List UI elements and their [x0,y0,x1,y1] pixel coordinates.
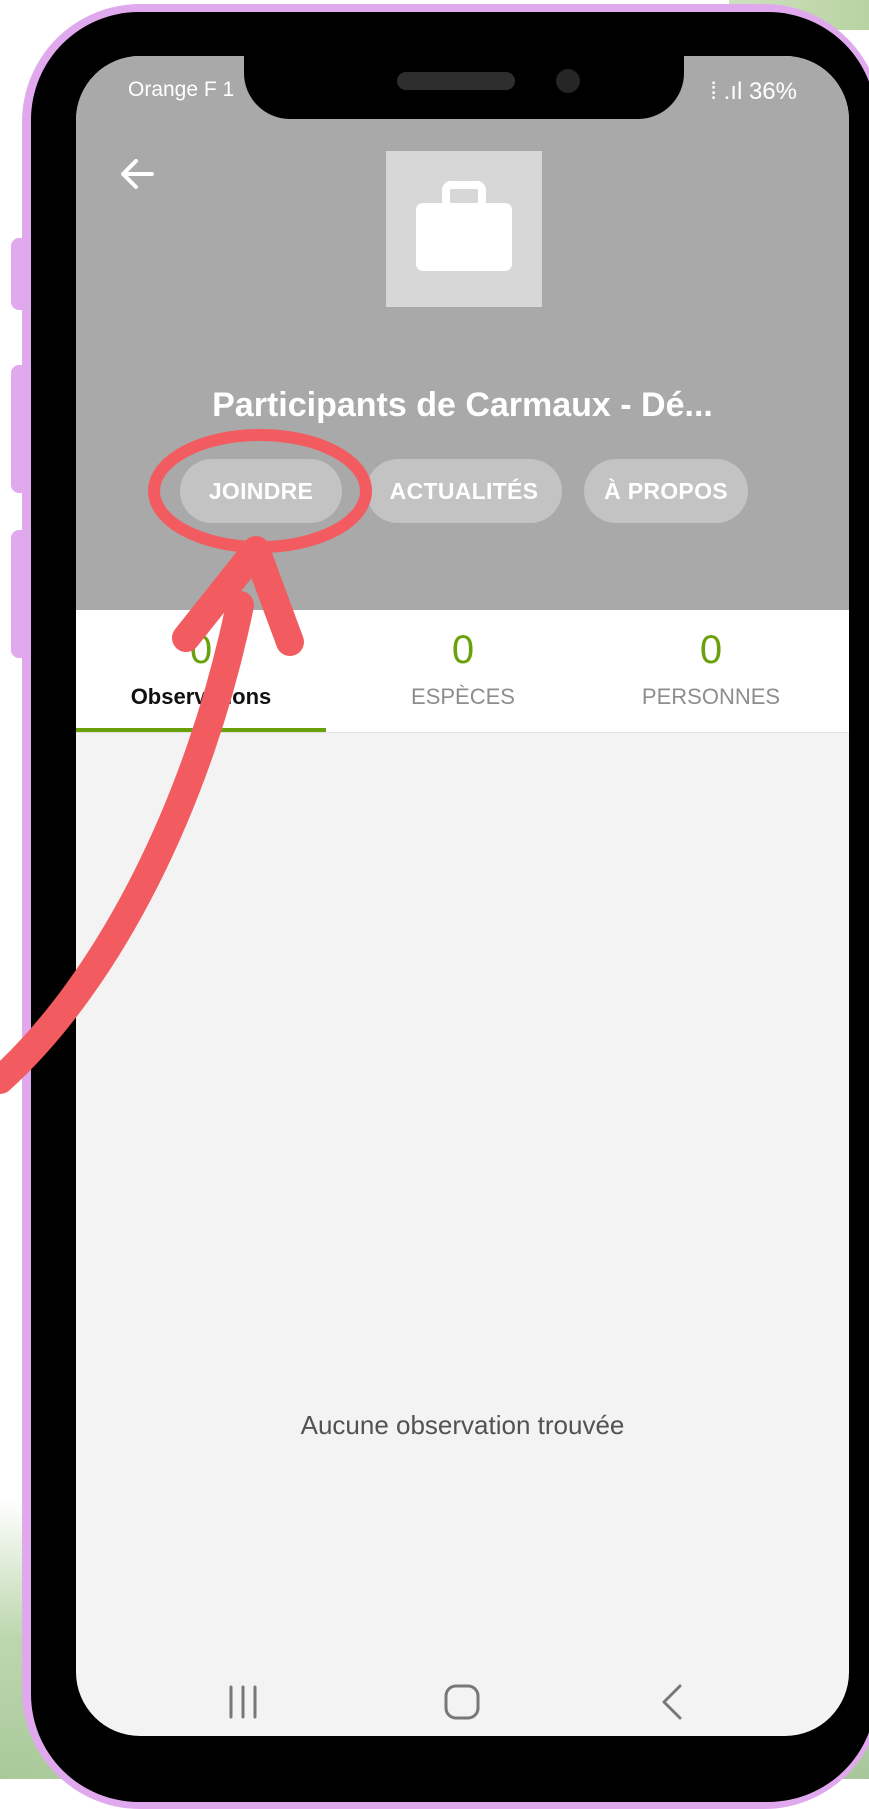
news-button[interactable]: ACTUALITÉS [366,459,562,523]
join-button[interactable]: JOINDRE [180,459,342,523]
group-avatar [386,151,542,307]
tab-species[interactable]: 0 ESPÈCES [338,610,588,732]
group-header: Orange F 1 ⁞ .ıl 36% Participants de Car… [76,56,849,610]
active-tab-indicator [76,728,326,732]
phone-side-button [11,238,33,310]
phone-side-button [11,530,33,658]
group-title: Participants de Carmaux - Dé... [212,386,713,424]
tab-observations[interactable]: 0 Observations [76,610,326,732]
front-camera [556,69,580,93]
tab-people[interactable]: 0 PERSONNES [586,610,836,732]
phone-screen: Orange F 1 ⁞ .ıl 36% Participants de Car… [76,56,849,1736]
tab-label-species: ESPÈCES [411,684,515,709]
status-carrier: Orange F 1 [128,78,235,101]
people-count: 0 [699,628,723,672]
stats-tabs: 0 Observations 0 ESPÈCES 0 PERSONNES [76,610,849,733]
species-count: 0 [451,628,475,672]
back-arrow-icon[interactable] [116,153,158,195]
status-battery: ⁞ .ıl 36% [710,78,797,105]
phone-notch [244,56,684,119]
home-icon[interactable] [432,1672,492,1732]
android-nav-bar [76,1672,849,1736]
phone-speaker [397,72,515,90]
tab-label-people: PERSONNES [641,684,781,709]
about-button[interactable]: À PROPOS [584,459,748,523]
tab-label-observations: Observations [130,684,272,709]
recent-apps-icon[interactable] [213,1672,273,1732]
empty-state-message: Aucune observation trouvée [300,1410,625,1440]
back-nav-icon[interactable] [644,1672,704,1732]
briefcase-icon [416,181,512,271]
observations-count: 0 [189,628,213,672]
phone-side-button [11,365,33,493]
